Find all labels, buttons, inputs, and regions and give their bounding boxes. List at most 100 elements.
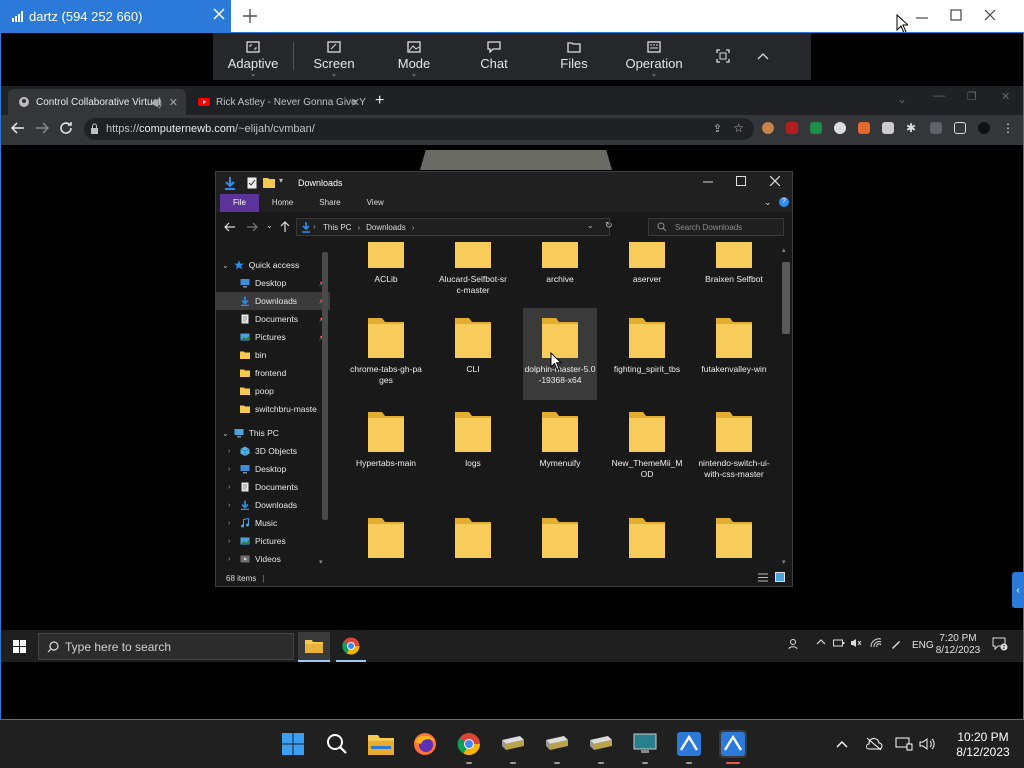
- folder-item[interactable]: [523, 508, 597, 570]
- ribbon-tab-file[interactable]: File: [220, 194, 259, 212]
- toolbar-mode-button[interactable]: Mode ⌄: [374, 32, 454, 80]
- maximize-icon[interactable]: [950, 9, 962, 21]
- breadcrumb-downloads[interactable]: Downloads: [366, 223, 406, 232]
- ribbon-tab-view[interactable]: View: [354, 194, 397, 212]
- folder-item[interactable]: aserver: [610, 242, 684, 310]
- explorer-address-bar[interactable]: › This PC › Downloads › ⌄ ↻: [296, 218, 613, 236]
- chevron-right-icon[interactable]: ›: [228, 484, 230, 491]
- nav-item-music[interactable]: › Music: [216, 514, 330, 532]
- remote-session-tab[interactable]: dartz (594 252 660): [0, 0, 231, 32]
- face-extension-icon[interactable]: [834, 122, 846, 134]
- people-icon[interactable]: [788, 638, 800, 650]
- forward-icon[interactable]: [35, 121, 49, 135]
- folder-item[interactable]: logs: [436, 402, 510, 494]
- toolbar-files-button[interactable]: Files: [534, 32, 614, 80]
- chevron-down-icon[interactable]: ⌄: [222, 429, 229, 438]
- new-tab-icon[interactable]: +: [375, 92, 384, 110]
- host-active-app-button[interactable]: [719, 730, 747, 764]
- explorer-search-input[interactable]: Search Downloads: [648, 218, 784, 236]
- chevron-right-icon[interactable]: ›: [228, 502, 230, 509]
- tab-search-icon[interactable]: ⌄: [897, 92, 907, 106]
- host-app-button[interactable]: [675, 730, 703, 764]
- side-panel-icon[interactable]: [954, 122, 966, 134]
- nav-this-pc[interactable]: ⌄ This PC: [216, 424, 330, 442]
- nav-item-3d-objects[interactable]: › 3D Objects: [216, 442, 330, 460]
- close-icon[interactable]: [984, 9, 996, 21]
- share-icon[interactable]: ⇪: [713, 122, 722, 135]
- content-scrollbar[interactable]: [782, 262, 790, 334]
- nav-item-bin[interactable]: bin: [216, 346, 330, 364]
- scroll-down-icon[interactable]: ▾: [782, 558, 786, 566]
- ublock-extension-icon[interactable]: [786, 122, 798, 134]
- folder-item[interactable]: ACLib: [349, 242, 423, 310]
- nav-item-poop[interactable]: poop: [216, 382, 330, 400]
- nav-item-frontend[interactable]: frontend: [216, 364, 330, 382]
- nav-item-documents[interactable]: Documents📌: [216, 310, 330, 328]
- notification-icon[interactable]: 2: [992, 637, 1008, 651]
- quick-access-toolbar-dropdown-icon[interactable]: ▾: [279, 176, 283, 185]
- fullscreen-button[interactable]: [694, 32, 752, 80]
- network-icon[interactable]: [870, 638, 882, 648]
- side-panel-handle[interactable]: ‹: [1012, 572, 1024, 608]
- host-search-button[interactable]: [323, 730, 351, 758]
- host-start-button[interactable]: [279, 730, 307, 758]
- nav-item-documents[interactable]: › Documents: [216, 478, 330, 496]
- scroll-up-icon[interactable]: ▴: [782, 246, 786, 254]
- folder-item[interactable]: Alucard-Selfbot-src-master: [436, 242, 510, 310]
- browser-tab[interactable]: Rick Astley - Never Gonna Give Y ✕: [188, 89, 368, 115]
- tab-close-icon[interactable]: ✕: [169, 96, 178, 109]
- tray-overflow-chevron-icon[interactable]: [816, 638, 826, 646]
- collapse-toolbar-button[interactable]: [752, 32, 774, 80]
- forward-icon[interactable]: [247, 222, 258, 232]
- host-firefox-button[interactable]: [411, 730, 439, 758]
- folder-item[interactable]: futakenvalley-win: [697, 308, 771, 400]
- chevron-right-icon[interactable]: ›: [228, 538, 230, 545]
- folder-item[interactable]: fighting_spirit_tbs: [610, 308, 684, 400]
- cookie-extension-icon[interactable]: [762, 122, 774, 134]
- media-control-icon[interactable]: [930, 122, 942, 134]
- help-icon[interactable]: ?: [779, 197, 789, 207]
- fox-extension-icon[interactable]: [858, 122, 870, 134]
- folder-item[interactable]: Mymenuify: [523, 402, 597, 494]
- close-session-icon[interactable]: [213, 8, 225, 20]
- back-icon[interactable]: [11, 121, 25, 135]
- browser-tab-active[interactable]: Control Collaborative Virtual ◀) ✕: [8, 89, 186, 115]
- minimize-icon[interactable]: [703, 176, 713, 186]
- navigation-scrollbar[interactable]: [322, 252, 328, 520]
- host-tray-chevron-icon[interactable]: [828, 730, 856, 758]
- new-session-icon[interactable]: [242, 8, 258, 24]
- host-clock[interactable]: 10:20 PM 8/12/2023: [946, 730, 1020, 760]
- nav-item-desktop[interactable]: Desktop📌: [216, 274, 330, 292]
- tab-close-icon[interactable]: ✕: [351, 96, 360, 109]
- details-view-icon[interactable]: [758, 573, 768, 582]
- chevron-right-icon[interactable]: ›: [228, 520, 230, 527]
- chevron-right-icon[interactable]: ›: [228, 466, 230, 473]
- reader-extension-icon[interactable]: [882, 122, 894, 134]
- properties-icon[interactable]: [247, 177, 257, 189]
- nav-item-pictures[interactable]: › Pictures: [216, 532, 330, 550]
- refresh-icon[interactable]: ↻: [605, 220, 613, 231]
- nav-item-videos[interactable]: › Videos: [216, 550, 330, 568]
- chevron-right-icon[interactable]: ›: [228, 556, 230, 563]
- battery-icon[interactable]: [833, 638, 845, 648]
- new-folder-icon[interactable]: [263, 177, 275, 188]
- volume-muted-icon[interactable]: [850, 638, 862, 648]
- nav-item-desktop[interactable]: › Desktop: [216, 460, 330, 478]
- folder-item[interactable]: [610, 508, 684, 570]
- more-menu-icon[interactable]: ⋮: [1002, 122, 1014, 134]
- folder-item[interactable]: Braixen Selfbot: [697, 242, 771, 310]
- speaker-icon[interactable]: ◀): [150, 96, 162, 109]
- nav-item-pictures[interactable]: Pictures📌: [216, 328, 330, 346]
- folder-item[interactable]: [436, 508, 510, 570]
- toolbar-screen-button[interactable]: Screen ⌄: [294, 32, 374, 80]
- folder-item[interactable]: archive: [523, 242, 597, 310]
- bookmark-star-icon[interactable]: ☆: [733, 121, 744, 135]
- back-icon[interactable]: [224, 222, 235, 232]
- browser-minimize-icon[interactable]: —: [933, 88, 945, 102]
- nav-item-downloads[interactable]: Downloads📌: [216, 292, 330, 310]
- host-app-button[interactable]: [587, 730, 615, 764]
- ribbon-tab-share[interactable]: Share: [306, 194, 353, 212]
- host-cloud-offline-icon[interactable]: [860, 730, 888, 758]
- profile-avatar-icon[interactable]: [978, 122, 990, 134]
- host-app-button[interactable]: [543, 730, 571, 764]
